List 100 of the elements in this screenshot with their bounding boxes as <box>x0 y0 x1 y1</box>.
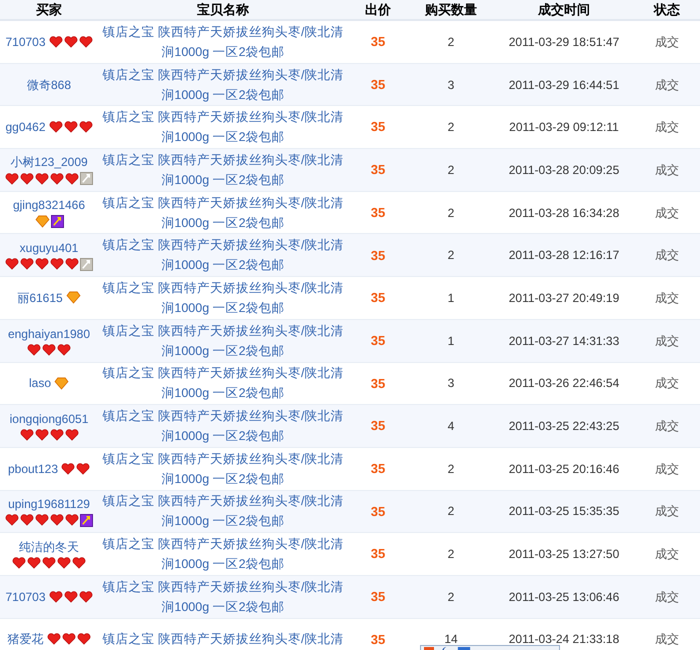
quantity-text: 2 <box>448 204 454 222</box>
price-text: 35 <box>370 204 386 222</box>
heart-icon <box>12 557 26 570</box>
price-text: 35 <box>370 630 386 649</box>
status-text: 成交 <box>655 460 679 478</box>
buyer-link[interactable]: 丽61615 <box>17 290 63 306</box>
time-text: 2011-03-26 22:46:54 <box>508 375 620 392</box>
badge-icon <box>80 258 93 271</box>
quantity-text: 2 <box>448 247 454 264</box>
price-text: 35 <box>370 460 386 478</box>
item-link[interactable]: 镇店之宝 陕西特产天娇拔丝狗头枣/陕北清涧1000g 一区2袋包邮 <box>101 534 345 574</box>
price-text: 35 <box>370 332 386 350</box>
buyer-link[interactable]: iongqiong6051 <box>10 411 88 428</box>
quantity-text: 2 <box>448 503 454 520</box>
time-text: 2011-03-25 20:16:46 <box>508 460 620 478</box>
item-link[interactable]: 镇店之宝 陕西特产天娇拔丝狗头枣/陕北清涧1000g 一区2袋包邮 <box>101 406 345 446</box>
buyer-link[interactable]: uping19681129 <box>8 496 90 512</box>
item-link[interactable]: 镇店之宝 陕西特产天娇拔丝狗头枣/陕北清涧1000g 一区2袋包邮 <box>101 363 345 404</box>
status-text: 成交 <box>655 247 679 264</box>
column-header: 成交时间 <box>538 3 590 17</box>
buyer-link[interactable]: 小树123_2009 <box>10 154 88 170</box>
status-text: 成交 <box>655 119 679 136</box>
item-link[interactable]: 镇店之宝 陕西特产天娇拔丝狗头枣/陕北清涧1000g 一区2袋包邮 <box>101 22 345 62</box>
heart-icon <box>50 514 64 526</box>
heart-icon <box>76 462 90 475</box>
time-text: 2011-03-25 22:43:25 <box>508 418 620 436</box>
column-header: 出价 <box>365 3 391 17</box>
item-link[interactable]: 镇店之宝 陕西特产天娇拔丝狗头枣/陕北清涧1000g 一区2袋包邮 <box>101 107 345 148</box>
item-link[interactable]: 镇店之宝 陕西特产天娇拔丝狗头枣/陕北清涧1000g 一区2袋包邮 <box>101 576 345 617</box>
quantity-text: 14 <box>444 631 458 648</box>
heart-icon <box>5 514 19 526</box>
item-link[interactable]: 镇店之宝 陕西特产天娇拔丝狗头枣/陕北清涧1000g 一区2袋包邮 <box>101 278 345 318</box>
column-header: 状态 <box>654 3 680 17</box>
heart-icon <box>35 514 49 526</box>
item-link[interactable]: 镇店之宝 陕西特产天娇拔丝狗头枣/陕北清涧1000g 一区2袋包邮 <box>101 235 345 276</box>
time-text: 2011-03-29 09:12:11 <box>509 119 619 136</box>
status-text: 成交 <box>655 503 679 520</box>
item-link[interactable]: 镇店之宝 陕西特产天娇拔丝狗头枣/陕北清涧1000g 一区2袋包邮 <box>101 491 345 532</box>
item-link[interactable]: 镇店之宝 陕西特产天娇拔丝狗头枣/陕北清涧1000g 一区2袋包邮 <box>101 448 345 489</box>
buyer-link[interactable]: 猪爱花 <box>8 631 44 648</box>
item-link[interactable]: 镇店之宝 陕西特产天娇拔丝狗头枣/陕北清涧1000g 一区2袋包邮 <box>101 150 345 190</box>
buyer-link[interactable]: pbout123 <box>8 460 58 477</box>
quantity-text: 4 <box>448 418 454 436</box>
status-text: 成交 <box>655 162 679 179</box>
heart-icon <box>27 344 41 356</box>
diamond-icon <box>54 376 69 390</box>
diamond-icon <box>66 291 81 304</box>
item-link[interactable]: 镇店之宝 陕西特产天娇拔丝狗头枣/陕北清 <box>101 629 345 650</box>
time-text: 2011-03-25 13:27:50 <box>508 546 620 564</box>
buyer-link[interactable]: 微奇868 <box>26 76 72 93</box>
quantity-text: 2 <box>448 34 454 51</box>
buyer-link[interactable]: 710703 <box>5 588 46 605</box>
diamond-icon <box>34 215 50 228</box>
buyer-link[interactable]: 纯洁的冬天 <box>19 539 79 556</box>
price-text: 35 <box>370 502 386 521</box>
time-text: 2011-03-28 16:34:28 <box>508 204 620 222</box>
quantity-text: 1 <box>448 290 454 307</box>
time-text: 2011-03-25 15:35:35 <box>508 503 620 520</box>
quantity-text: 2 <box>448 119 454 136</box>
price-text: 35 <box>370 588 386 606</box>
quantity-text: 3 <box>448 375 454 392</box>
heart-icon <box>5 258 19 270</box>
buyer-link[interactable]: gg0462 <box>5 119 46 136</box>
heart-icon <box>42 344 56 356</box>
buyer-link[interactable]: xuguyu401 <box>20 240 78 256</box>
heart-icon <box>48 590 63 603</box>
heart-icon <box>72 557 86 570</box>
heart-icon <box>46 633 60 646</box>
badge-icon <box>50 215 64 228</box>
heart-icon <box>78 36 93 48</box>
heart-icon <box>20 429 34 442</box>
status-text: 成交 <box>655 418 679 436</box>
heart-icon <box>61 462 76 475</box>
heart-icon <box>57 344 71 356</box>
time-text: 2011-03-29 18:51:47 <box>508 34 620 51</box>
buyer-link[interactable]: 710703 <box>5 34 46 50</box>
column-header: 买家 <box>36 3 62 17</box>
item-link[interactable]: 镇店之宝 陕西特产天娇拔丝狗头枣/陕北清涧1000g 一区2袋包邮 <box>101 192 345 233</box>
item-link[interactable]: 镇店之宝 陕西特产天娇拔丝狗头枣/陕北清涧1000g 一区2袋包邮 <box>101 64 345 105</box>
heart-icon <box>78 590 93 603</box>
column-header: 购买数量 <box>425 3 477 17</box>
buyer-link[interactable]: enghaiyan1980 <box>8 326 90 342</box>
price-text: 35 <box>370 33 386 52</box>
quantity-text: 3 <box>448 76 454 94</box>
price-text: 35 <box>370 374 386 393</box>
badge-icon <box>80 514 93 527</box>
item-link[interactable]: 镇店之宝 陕西特产天娇拔丝狗头枣/陕北清涧1000g 一区2袋包邮 <box>101 320 345 361</box>
quantity-text: 1 <box>448 332 454 350</box>
status-text: 成交 <box>655 375 679 392</box>
time-text: 2011-03-27 20:49:19 <box>508 290 620 307</box>
time-text: 2011-03-29 16:44:51 <box>508 76 620 94</box>
heart-icon <box>48 36 63 48</box>
heart-icon <box>5 172 19 185</box>
buyer-link[interactable]: laso <box>28 375 51 392</box>
heart-icon <box>64 121 78 134</box>
buyer-link[interactable]: gjing8321466 <box>12 197 86 214</box>
quantity-text: 2 <box>448 546 454 564</box>
status-text: 成交 <box>655 631 679 648</box>
price-text: 35 <box>370 289 386 308</box>
time-text: 2011-03-27 14:31:33 <box>508 332 620 350</box>
